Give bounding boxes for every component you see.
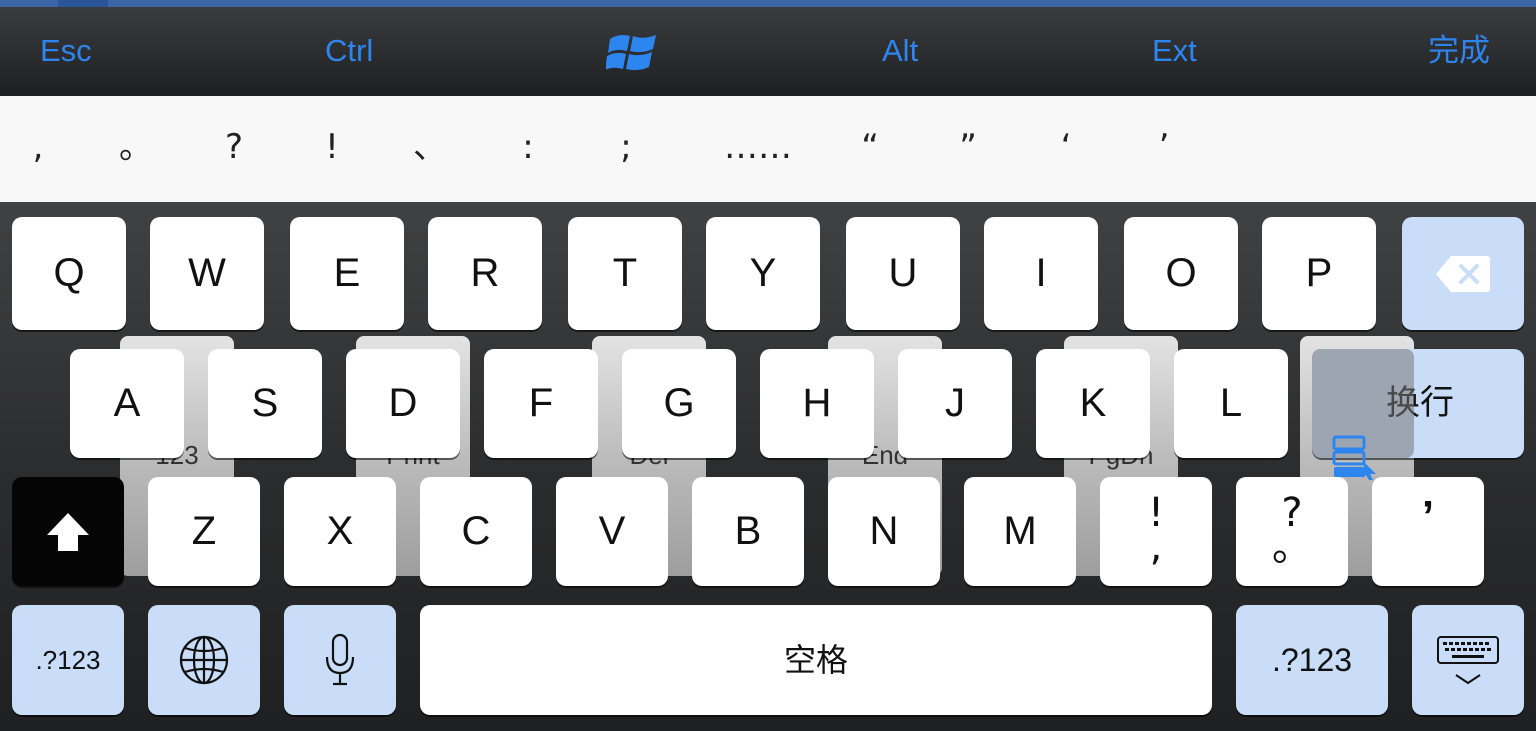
key-label: J [945, 381, 965, 425]
hide-keyboard-key[interactable] [1412, 605, 1524, 715]
system-menu-icon[interactable] [1330, 434, 1378, 480]
candidate-right-single-quote[interactable]: ’ [1134, 122, 1194, 172]
candidate-left-single-quote[interactable]: ‘ [1036, 122, 1096, 172]
key-label: S [251, 381, 279, 425]
key-label: Z [191, 509, 217, 553]
key-question-period[interactable]: ? 。 [1236, 477, 1348, 586]
globe-icon [179, 635, 229, 685]
key-label: F [528, 381, 554, 425]
key-b[interactable]: B [692, 477, 804, 586]
candidate-bar: , 。 ? ! 、 : ; …… “ ” ‘ ’ [0, 96, 1536, 202]
key-o[interactable]: O [1124, 217, 1238, 330]
key-s[interactable]: S [208, 349, 322, 458]
space-key[interactable]: 空格 [420, 605, 1212, 715]
key-k[interactable]: K [1036, 349, 1150, 458]
backspace-key[interactable] [1402, 217, 1524, 330]
keyboard-hide-icon [1437, 636, 1499, 685]
key-label: L [1219, 381, 1243, 425]
key-apostrophe[interactable]: ’ [1372, 477, 1484, 586]
key-v[interactable]: V [556, 477, 668, 586]
ctrl-button[interactable]: Ctrl [325, 31, 373, 71]
key-label: I [1035, 251, 1047, 295]
key-q[interactable]: Q [12, 217, 126, 330]
key-label: A [113, 381, 141, 425]
key-d[interactable]: D [346, 349, 460, 458]
key-label: X [326, 509, 354, 553]
key-p[interactable]: P [1262, 217, 1376, 330]
candidate-exclamation[interactable]: ! [302, 122, 362, 172]
key-i[interactable]: I [984, 217, 1098, 330]
remote-desktop-keyboard: Esc Ctrl Alt Ext 完成 , 。 ? ! 、 : ; …… “ ”… [0, 0, 1536, 731]
key-x[interactable]: X [284, 477, 396, 586]
key-label: ’ [1421, 492, 1435, 541]
candidate-enumeration-comma[interactable]: 、 [400, 122, 460, 172]
modifier-toolbar: Esc Ctrl Alt Ext 完成 [0, 7, 1536, 97]
key-y[interactable]: Y [706, 217, 820, 330]
candidate-left-double-quote[interactable]: “ [840, 122, 900, 172]
key-u[interactable]: U [846, 217, 960, 330]
key-w[interactable]: W [150, 217, 264, 330]
key-label: Q [53, 251, 85, 295]
key-l[interactable]: L [1174, 349, 1288, 458]
numbers-key-right[interactable]: .?123 [1236, 605, 1388, 715]
key-label: U [888, 251, 918, 295]
keyboard: 123 Print Del End PgDn Q W E R T Y U I O… [0, 202, 1536, 731]
key-h[interactable]: H [760, 349, 874, 458]
key-e[interactable]: E [290, 217, 404, 330]
space-key-label: 空格 [783, 641, 848, 679]
key-label: G [663, 381, 695, 425]
ext-button[interactable]: Ext [1152, 31, 1197, 71]
key-g[interactable]: G [622, 349, 736, 458]
numbers-key-label: .?123 [35, 645, 101, 675]
key-label: H [802, 381, 832, 425]
key-label: D [388, 381, 418, 425]
key-m[interactable]: M [964, 477, 1076, 586]
key-bottom-label: 。 [1272, 524, 1312, 570]
candidate-colon[interactable]: : [498, 122, 558, 172]
key-label: M [1003, 509, 1037, 553]
shift-key[interactable] [12, 477, 124, 586]
candidate-question[interactable]: ? [204, 122, 264, 172]
key-z[interactable]: Z [148, 477, 260, 586]
key-j[interactable]: J [898, 349, 1012, 458]
key-c[interactable]: C [420, 477, 532, 586]
candidate-period[interactable]: 。 [106, 122, 166, 172]
microphone-key[interactable] [284, 605, 396, 715]
strip-chip [58, 0, 108, 7]
key-label: N [869, 509, 899, 553]
key-label: P [1305, 251, 1333, 295]
key-n[interactable]: N [828, 477, 940, 586]
windows-logo-icon[interactable] [606, 27, 658, 75]
globe-key[interactable] [148, 605, 260, 715]
key-f[interactable]: F [484, 349, 598, 458]
app-top-strip [0, 0, 1536, 7]
key-label: C [461, 509, 491, 553]
done-button[interactable]: 完成 [1428, 31, 1490, 71]
key-label: R [470, 251, 500, 295]
key-label: V [598, 509, 626, 553]
alt-button[interactable]: Alt [882, 31, 918, 71]
key-label: Y [749, 251, 777, 295]
candidate-right-double-quote[interactable]: ” [938, 122, 998, 172]
key-a[interactable]: A [70, 349, 184, 458]
numbers-key-left[interactable]: .?123 [12, 605, 124, 715]
key-t[interactable]: T [568, 217, 682, 330]
candidate-ellipsis[interactable]: …… [724, 122, 792, 172]
key-label: T [612, 251, 638, 295]
key-label: K [1079, 381, 1107, 425]
key-label: E [333, 251, 361, 295]
candidate-comma[interactable]: , [8, 122, 68, 172]
candidate-semicolon[interactable]: ; [596, 122, 656, 172]
esc-button[interactable]: Esc [40, 31, 92, 71]
key-label: W [188, 251, 226, 295]
shift-icon [47, 513, 89, 551]
microphone-icon [325, 633, 355, 686]
key-label: O [1165, 251, 1197, 295]
key-label: B [734, 509, 762, 553]
key-r[interactable]: R [428, 217, 542, 330]
key-exclamation-comma[interactable]: ! , [1100, 477, 1212, 586]
key-bottom-label: , [1149, 524, 1163, 570]
numbers-key-label: .?123 [1271, 642, 1353, 678]
backspace-icon [1436, 256, 1490, 292]
